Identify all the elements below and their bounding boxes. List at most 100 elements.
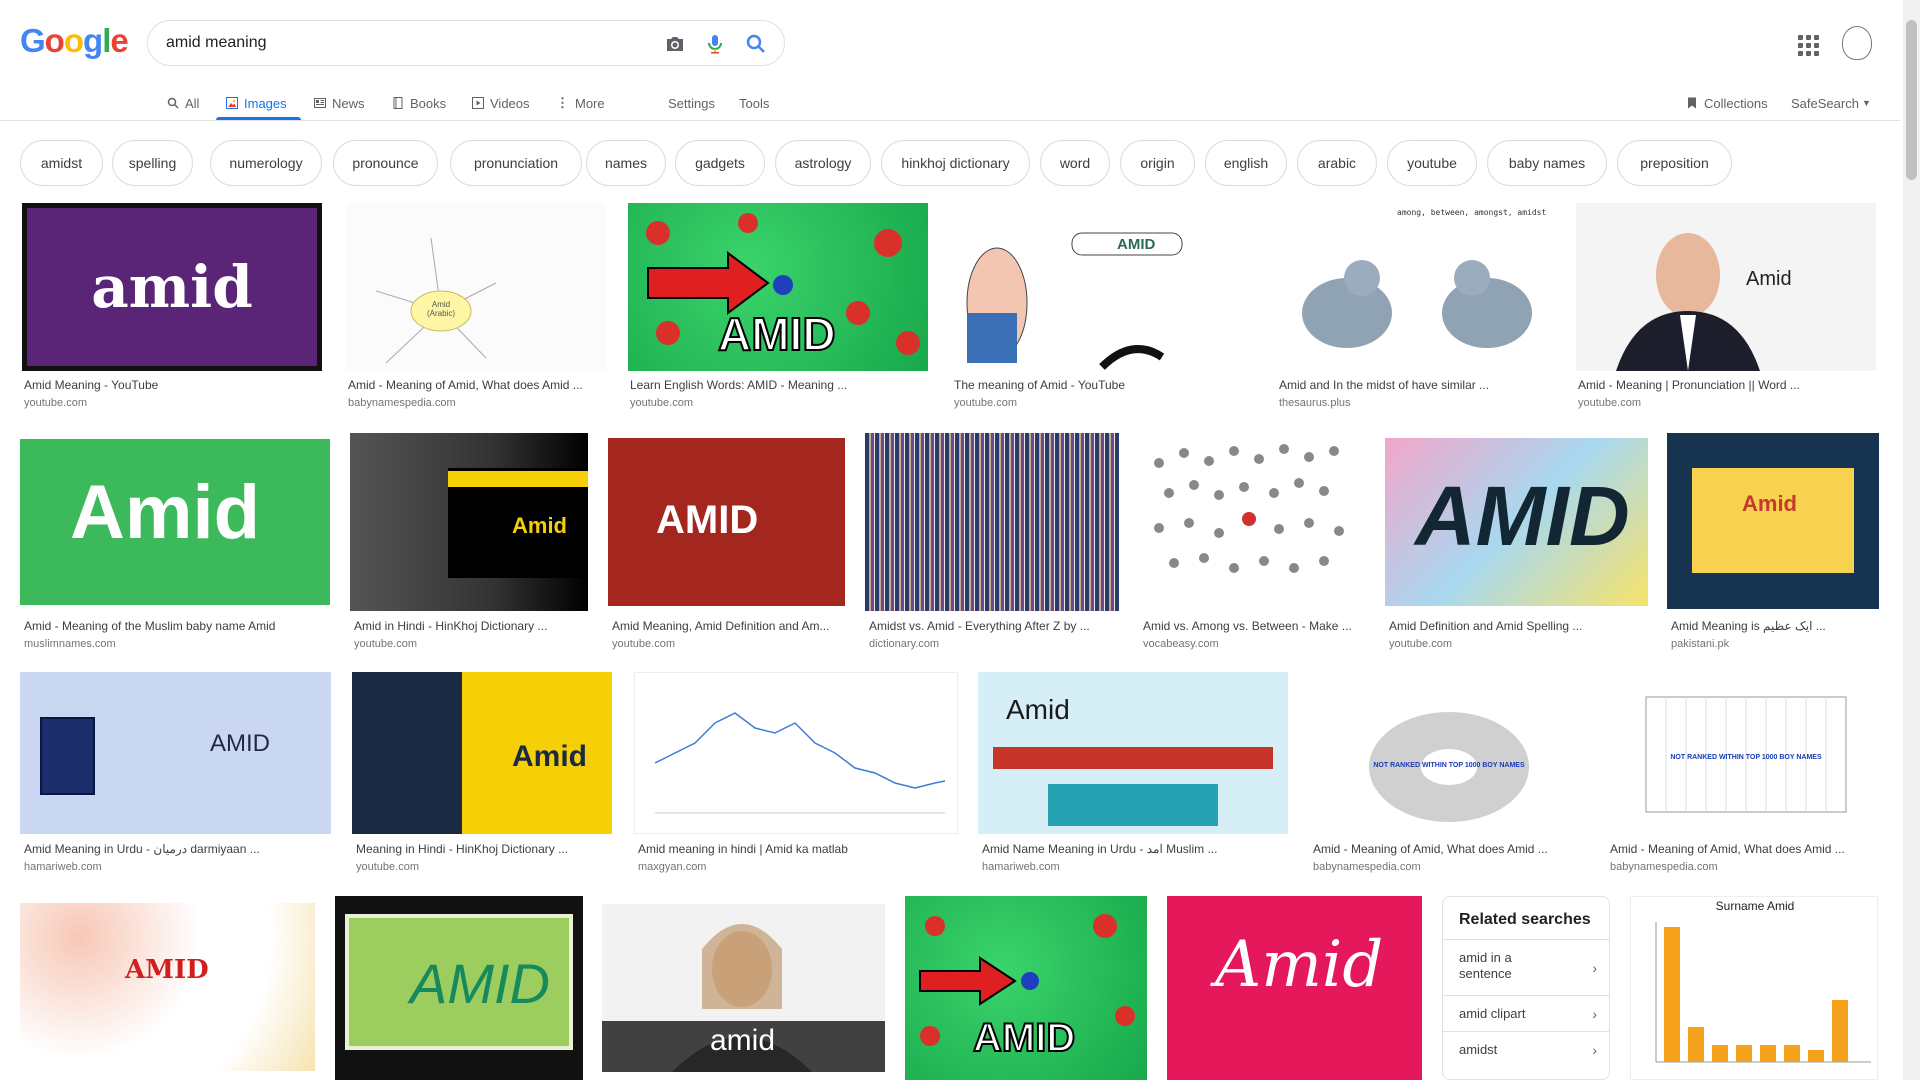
result-thumbnail[interactable] [865,433,1119,611]
tab-all[interactable]: All [167,92,199,114]
tab-news[interactable]: News [314,92,365,114]
related-searches-panel: Related searches amid in a sentence › am… [1442,896,1610,1080]
thumbnail-text: NOT RANKED WITHIN TOP 1000 BOY NAMES [1373,762,1525,769]
result-thumbnail[interactable]: NOT RANKED WITHIN TOP 1000 BOY NAMES [1309,672,1587,834]
chip[interactable]: spelling [112,140,193,186]
tab-tools[interactable]: Tools [739,92,769,114]
result-title[interactable]: Meaning in Hindi - HinKhoj Dictionary ..… [356,842,612,856]
chip[interactable]: pronunciation [450,140,582,186]
active-tab-indicator [216,117,301,120]
result-thumbnail[interactable]: among, between, amongst, amidst [1277,203,1554,371]
thumbnail-text: Amid [512,513,567,538]
result-thumbnail[interactable] [1139,433,1365,611]
result-thumbnail[interactable]: Amid [1576,203,1876,371]
tab-videos[interactable]: Videos [472,92,530,114]
search-input[interactable]: amid meaning [166,34,267,52]
result-title[interactable]: Amid - Meaning of the Muslim baby name A… [24,619,324,633]
apps-grid-icon[interactable] [1798,35,1819,56]
result-title[interactable]: Amid and In the midst of have similar ..… [1279,378,1554,392]
result-thumbnail[interactable]: Amid (Arabic) [346,203,606,371]
collections-label: Collections [1704,95,1768,111]
result-thumbnail[interactable]: AMID [952,203,1256,371]
result-thumbnail[interactable]: Amid [1667,433,1879,609]
result-title[interactable]: Amid meaning in hindi | Amid ka matlab [638,842,958,856]
chip[interactable]: origin [1120,140,1195,186]
camera-icon[interactable] [663,32,687,56]
result-title[interactable]: Amidst vs. Amid - Everything After Z by … [869,619,1119,633]
tab-images[interactable]: Images [226,92,287,114]
result-title[interactable]: Amid - Meaning of Amid, What does Amid .… [1610,842,1880,856]
result-title[interactable]: Amid - Meaning of Amid, What does Amid .… [1313,842,1587,856]
result-thumbnail[interactable]: Amid [978,672,1288,834]
result-thumbnail[interactable]: Amid [350,433,588,611]
result-title[interactable]: Amid in Hindi - HinKhoj Dictionary ... [354,619,584,633]
chip[interactable]: youtube [1387,140,1477,186]
result-thumbnail[interactable]: amid [602,904,885,1072]
result-thumbnail[interactable]: Amid [1167,896,1422,1080]
thumbnail-text: Amid [1742,491,1797,516]
result-source: babynamespedia.com [1610,861,1718,873]
chip[interactable]: arabic [1297,140,1377,186]
microphone-icon[interactable] [703,32,727,56]
result-title[interactable]: Amid Meaning, Amid Definition and Am... [612,619,845,633]
result-title[interactable]: Learn English Words: AMID - Meaning ... [630,378,928,392]
chip[interactable]: amidst [20,140,103,186]
result-title[interactable]: The meaning of Amid - YouTube [954,378,1256,392]
related-search-item[interactable]: amid clipart › [1443,995,1609,1031]
tab-label: All [185,95,200,111]
result-thumbnail[interactable]: AMID [1385,438,1648,606]
tab-books[interactable]: Books [392,92,446,114]
chip[interactable]: preposition [1617,140,1732,186]
thumbnail-text: Amid [512,740,587,773]
search-box[interactable]: amid meaning [147,20,785,66]
result-source: hamariweb.com [24,861,102,873]
result-thumbnail[interactable]: Amid [352,672,612,834]
related-search-item[interactable]: amid in a sentence › [1443,939,1609,995]
result-thumbnail[interactable]: amid [22,203,322,371]
result-thumbnail[interactable]: AMID [335,896,583,1080]
chip[interactable]: baby names [1487,140,1607,186]
result-thumbnail[interactable]: AMID [20,903,315,1071]
result-title[interactable]: Amid Name Meaning in Urdu - امد Muslim .… [982,842,1288,856]
result-title[interactable]: Amid Meaning in Urdu - درمیان darmiyaan … [24,842,324,856]
result-title[interactable]: Amid Definition and Amid Spelling ... [1389,619,1648,633]
thumbnail-text: NOT RANKED WITHIN TOP 1000 BOY NAMES [1670,754,1822,761]
thumbnail-text: AMID [410,952,550,1015]
chip[interactable]: names [586,140,666,186]
google-logo[interactable]: Google [20,22,129,60]
search-icon[interactable] [744,32,768,56]
chip[interactable]: pronounce [333,140,438,186]
result-thumbnail[interactable]: NOT RANKED WITHIN TOP 1000 BOY NAMES [1606,672,1880,834]
tab-settings[interactable]: Settings [668,92,715,114]
result-source: youtube.com [954,397,1017,409]
tab-more[interactable]: ⋮ More [556,92,605,114]
scrollbar-thumb[interactable] [1906,20,1917,180]
chip[interactable]: word [1040,140,1110,186]
chip[interactable]: english [1205,140,1287,186]
chip[interactable]: gadgets [675,140,765,186]
result-thumbnail[interactable]: AMID [20,672,331,834]
result-thumbnail[interactable]: Amid [20,439,330,605]
result-thumbnail[interactable] [634,672,958,834]
result-title[interactable]: Amid - Meaning | Pronunciation || Word .… [1578,378,1876,392]
result-thumbnail[interactable]: Surname Amid [1630,896,1878,1080]
result-thumbnail[interactable]: AMID [608,438,845,606]
result-title[interactable]: Amid Meaning - YouTube [24,378,322,392]
scrollbar[interactable] [1903,0,1920,1080]
result-title[interactable]: Amid vs. Among vs. Between - Make ... [1143,619,1365,633]
thumbnail-text: AMID [1117,236,1156,253]
result-source: youtube.com [1578,397,1641,409]
chip[interactable]: numerology [210,140,322,186]
chevron-right-icon: › [1592,1041,1597,1058]
collections-button[interactable]: Collections [1686,92,1768,114]
chip[interactable]: hinkhoj dictionary [881,140,1030,186]
result-thumbnail[interactable]: AMID [905,896,1147,1080]
avatar[interactable] [1842,26,1872,60]
result-thumbnail[interactable]: AMID [628,203,928,371]
result-title[interactable]: Amid Meaning is ایک عظیم ... [1671,619,1879,633]
thumbnail-text: Amid [1215,928,1384,1002]
related-search-item[interactable]: amidst › [1443,1031,1609,1067]
result-title[interactable]: Amid - Meaning of Amid, What does Amid .… [348,378,606,392]
safesearch-button[interactable]: SafeSearch ▼ [1791,92,1871,114]
chip[interactable]: astrology [775,140,871,186]
